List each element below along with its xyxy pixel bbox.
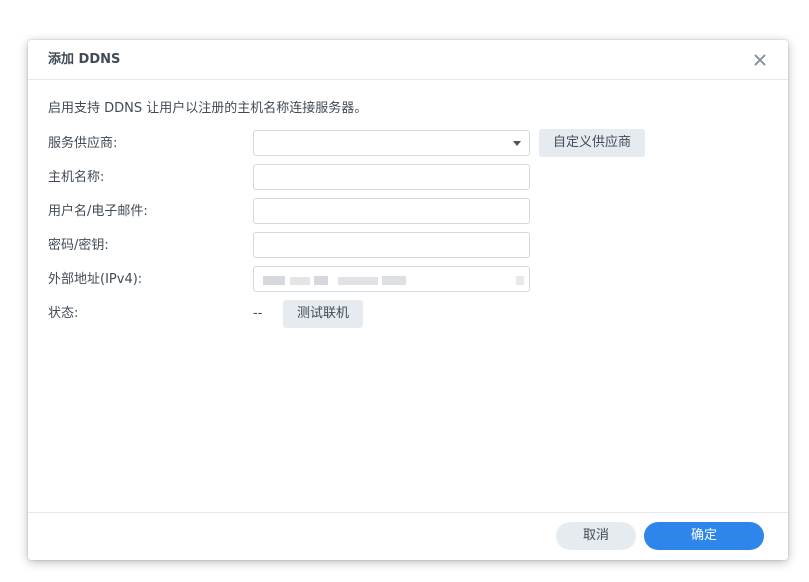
hostname-input[interactable]	[254, 165, 529, 189]
status-label: 状态:	[48, 306, 79, 321]
custom-provider-button[interactable]: 自定义供应商	[539, 129, 645, 157]
password-input[interactable]	[254, 233, 529, 257]
add-ddns-dialog: 添加 DDNS 启用支持 DDNS 让用户以注册的主机名称连接服务器。 服务供应…	[28, 40, 788, 560]
test-connection-button[interactable]: 测试联机	[283, 300, 363, 328]
chevron-down-icon[interactable]	[513, 141, 521, 146]
status-value: --	[253, 306, 263, 321]
provider-label: 服务供应商:	[48, 136, 118, 151]
cancel-button[interactable]: 取消	[556, 522, 636, 550]
hostname-label: 主机名称:	[48, 170, 105, 185]
dialog-description: 启用支持 DDNS 让用户以注册的主机名称连接服务器。	[48, 101, 368, 116]
username-input[interactable]	[254, 199, 529, 223]
username-label: 用户名/电子邮件:	[48, 204, 148, 219]
dialog-footer: 取消 确定	[28, 512, 788, 561]
external-address-label: 外部地址(IPv4):	[48, 272, 143, 287]
dialog-title: 添加 DDNS	[48, 52, 121, 67]
external-address-field[interactable]	[253, 266, 530, 292]
ok-button[interactable]: 确定	[644, 522, 764, 550]
close-icon	[754, 54, 766, 66]
provider-select-value[interactable]	[254, 131, 529, 155]
password-field[interactable]	[253, 232, 530, 258]
hostname-field[interactable]	[253, 164, 530, 190]
dialog-title-bar: 添加 DDNS	[28, 40, 788, 80]
provider-select[interactable]	[253, 130, 530, 156]
username-field[interactable]	[253, 198, 530, 224]
password-label: 密码/密钥:	[48, 238, 109, 253]
close-button[interactable]	[752, 52, 768, 68]
